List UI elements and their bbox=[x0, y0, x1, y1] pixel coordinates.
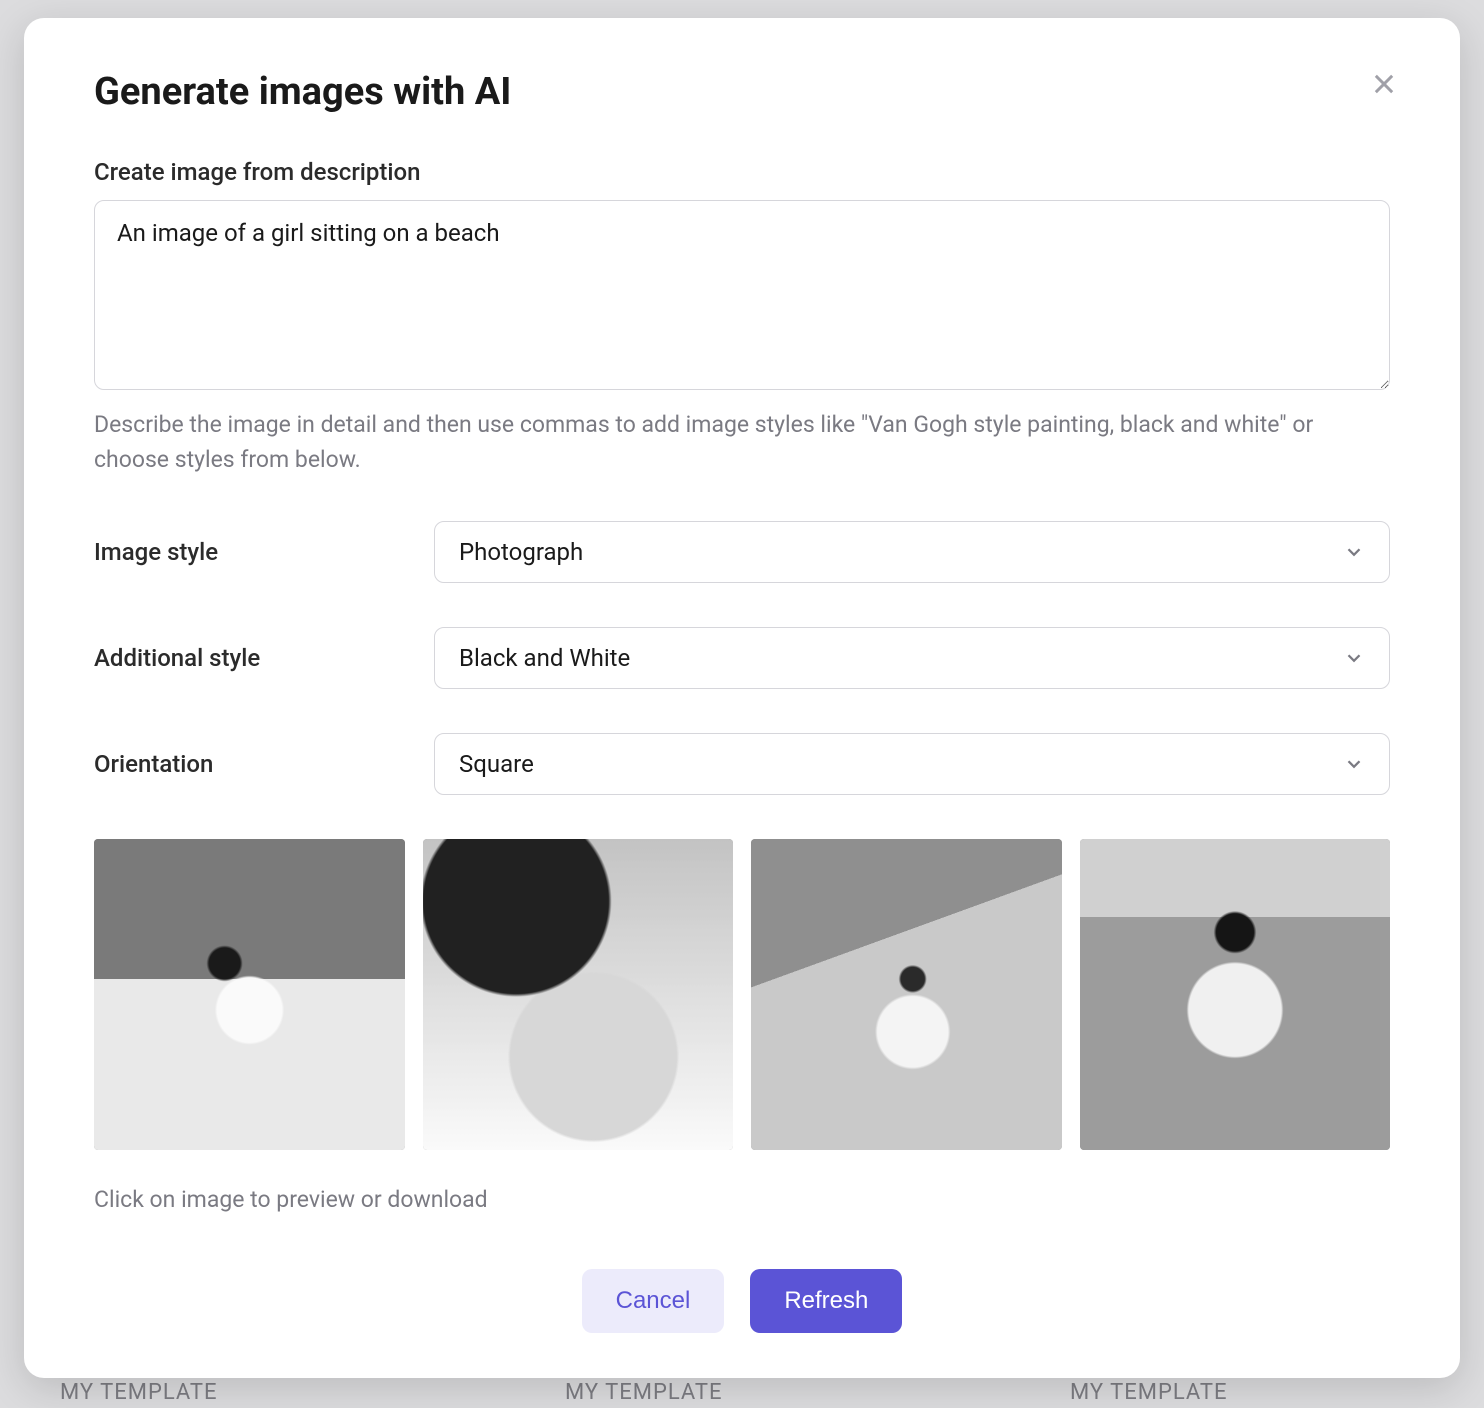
additional-style-row: Additional style Black and White bbox=[94, 627, 1390, 689]
orientation-label: Orientation bbox=[94, 750, 434, 778]
additional-style-label: Additional style bbox=[94, 644, 434, 672]
orientation-select[interactable]: Square bbox=[434, 733, 1390, 795]
results-grid bbox=[94, 839, 1390, 1150]
cancel-button[interactable]: Cancel bbox=[582, 1269, 725, 1333]
result-thumbnail[interactable] bbox=[94, 839, 405, 1150]
image-style-value: Photograph bbox=[459, 538, 583, 566]
bg-template-label: MY TEMPLATE bbox=[565, 1380, 723, 1405]
bg-template-label: MY TEMPLATE bbox=[1070, 1380, 1228, 1405]
ai-image-modal: Generate images with AI Create image fro… bbox=[24, 18, 1460, 1378]
image-style-row: Image style Photograph bbox=[94, 521, 1390, 583]
additional-style-select[interactable]: Black and White bbox=[434, 627, 1390, 689]
prompt-help-text: Describe the image in detail and then us… bbox=[94, 408, 1390, 477]
result-thumbnail[interactable] bbox=[1080, 839, 1391, 1150]
image-style-select[interactable]: Photograph bbox=[434, 521, 1390, 583]
image-style-label: Image style bbox=[94, 538, 434, 566]
thumbnail-image bbox=[751, 839, 1062, 1150]
result-thumbnail[interactable] bbox=[751, 839, 1062, 1150]
close-button[interactable] bbox=[1364, 64, 1404, 104]
chevron-down-icon bbox=[1343, 647, 1365, 669]
results-hint: Click on image to preview or download bbox=[94, 1186, 1390, 1213]
thumbnail-image bbox=[423, 839, 734, 1150]
chevron-down-icon bbox=[1343, 541, 1365, 563]
modal-title: Generate images with AI bbox=[94, 70, 1390, 114]
thumbnail-image bbox=[94, 839, 405, 1150]
bg-template-label: MY TEMPLATE bbox=[60, 1380, 218, 1405]
additional-style-value: Black and White bbox=[459, 644, 630, 672]
orientation-value: Square bbox=[459, 750, 534, 778]
prompt-label: Create image from description bbox=[94, 158, 1390, 186]
modal-actions: Cancel Refresh bbox=[94, 1269, 1390, 1333]
prompt-input[interactable] bbox=[94, 200, 1390, 390]
chevron-down-icon bbox=[1343, 753, 1365, 775]
refresh-button[interactable]: Refresh bbox=[750, 1269, 902, 1333]
thumbnail-image bbox=[1080, 839, 1391, 1150]
orientation-row: Orientation Square bbox=[94, 733, 1390, 795]
result-thumbnail[interactable] bbox=[423, 839, 734, 1150]
close-icon bbox=[1370, 70, 1398, 98]
